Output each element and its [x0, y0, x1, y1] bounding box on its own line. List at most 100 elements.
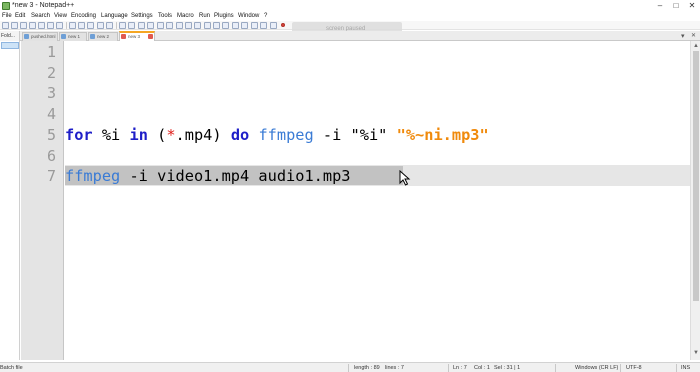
toolbar-separator [66, 22, 67, 29]
zoom-in-icon[interactable] [138, 22, 145, 29]
close-all-icon[interactable] [47, 22, 54, 29]
line-number: 7 [46, 167, 56, 185]
window-title: *new 3 - Notepad++ [12, 2, 75, 9]
minimize-button[interactable]: – [652, 0, 668, 12]
find-icon[interactable] [119, 22, 126, 29]
menu-encoding[interactable]: Encoding [71, 13, 96, 19]
scrollbar-thumb[interactable] [693, 51, 699, 301]
close-button[interactable]: ✕ [684, 0, 700, 12]
code-line-5[interactable]: for %i in (*.mp4) do ffmpeg -i "%i" "%~n… [65, 126, 489, 144]
file-icon [90, 34, 95, 39]
vertical-scrollbar[interactable]: ▲ ▼ [690, 41, 700, 360]
file-pattern: .mp4) [175, 126, 231, 144]
print-icon[interactable] [56, 22, 63, 29]
line-number: 6 [46, 147, 56, 165]
cut-icon[interactable] [69, 22, 76, 29]
input-argument: "%i" [350, 126, 388, 144]
status-eol[interactable]: Windows (CR LF) [575, 365, 618, 371]
menu-view[interactable]: View [54, 13, 67, 19]
menu-macro[interactable]: Macro [177, 13, 194, 19]
function-list-icon[interactable] [222, 22, 229, 29]
tab-new-1[interactable]: new 1 [59, 32, 87, 41]
word-wrap-icon[interactable] [176, 22, 183, 29]
line-number-gutter: 1 2 3 4 5 6 7 [21, 41, 64, 360]
save-all-icon[interactable] [29, 22, 36, 29]
wildcard-operator: * [166, 126, 176, 144]
output-argument: "%~ni.mp3" [396, 126, 489, 144]
status-file-type: Batch file [0, 365, 23, 371]
redo-icon[interactable] [106, 22, 113, 29]
zoom-out-icon[interactable] [147, 22, 154, 29]
user-language-icon[interactable] [204, 22, 211, 29]
tab-label: new 3 [128, 34, 141, 39]
settings-gear-icon[interactable] [270, 22, 277, 29]
status-separator [448, 364, 449, 372]
undo-icon[interactable] [97, 22, 104, 29]
tab-label: new 1 [68, 34, 81, 39]
unsaved-file-icon [121, 34, 126, 39]
keyword-for: for [65, 126, 93, 144]
menu-language[interactable]: Language [101, 13, 128, 19]
tab-close-icon[interactable] [148, 34, 153, 39]
menu-bar: File Edit Search View Encoding Language … [0, 12, 700, 21]
menu-help[interactable]: ? [264, 13, 267, 19]
replace-icon[interactable] [128, 22, 135, 29]
save-icon[interactable] [20, 22, 27, 29]
menu-search[interactable]: Search [31, 13, 50, 19]
tab-new-3[interactable]: new 3 [119, 31, 155, 41]
scroll-down-arrow-icon[interactable]: ▼ [692, 349, 700, 357]
close-file-icon[interactable] [38, 22, 45, 29]
sync-horizontal-icon[interactable] [166, 22, 173, 29]
close-tab-icon[interactable]: ✕ [691, 32, 696, 39]
show-all-characters-icon[interactable] [185, 22, 192, 29]
paren-open: ( [147, 126, 167, 144]
tab-new-2[interactable]: new 2 [88, 32, 118, 41]
title-bar: *new 3 - Notepad++ – □ ✕ [0, 0, 700, 12]
tab-pushed-html[interactable]: pushed.html [22, 32, 58, 41]
mouse-cursor-icon [399, 170, 411, 186]
menu-window[interactable]: Window [238, 13, 259, 19]
keyword-do: do [230, 126, 250, 144]
folder-workspace-icon[interactable] [232, 22, 239, 29]
flag-input: -i [313, 126, 351, 144]
status-column: Col : 1 [474, 365, 490, 371]
status-separator [555, 364, 556, 372]
code-line-7[interactable]: ffmpeg -i video1.mp4 audio1.mp3 [65, 167, 351, 185]
status-bar: Batch file length : 89 lines : 7 Ln : 7 … [0, 362, 700, 372]
sync-vertical-icon[interactable] [157, 22, 164, 29]
file-icon [24, 34, 29, 39]
menu-tools[interactable]: Tools [158, 13, 172, 19]
toolbar-separator [116, 22, 117, 29]
paste-icon[interactable] [87, 22, 94, 29]
open-file-icon[interactable] [11, 22, 18, 29]
record-macro-icon[interactable] [281, 23, 285, 27]
menu-run[interactable]: Run [199, 13, 210, 19]
status-selection: Sel : 31 | 1 [494, 365, 521, 371]
menu-plugins[interactable]: Plugins [214, 13, 234, 19]
folder-as-workspace-panel [0, 41, 20, 360]
menu-edit[interactable]: Edit [15, 13, 25, 19]
line-number: 2 [46, 64, 56, 82]
status-insert-mode: INS [681, 365, 691, 371]
scroll-up-arrow-icon[interactable]: ▲ [692, 42, 700, 50]
new-file-icon[interactable] [2, 22, 9, 29]
tab-label: pushed.html [31, 34, 56, 39]
copy-icon[interactable] [78, 22, 85, 29]
monitoring-icon[interactable] [241, 22, 248, 29]
status-separator [676, 364, 677, 372]
indent-guide-icon[interactable] [194, 22, 201, 29]
tab-list-dropdown-icon[interactable]: ▾ [681, 32, 685, 40]
maximize-button[interactable]: □ [668, 0, 684, 12]
status-line-number: Ln : 7 [453, 365, 467, 371]
code-area[interactable]: for %i in (*.mp4) do ffmpeg -i "%i" "%~n… [65, 41, 690, 360]
doc-map-icon[interactable] [213, 22, 220, 29]
clipboard-history-icon[interactable] [260, 22, 267, 29]
menu-file[interactable]: File [2, 13, 12, 19]
editor[interactable]: 1 2 3 4 5 6 7 for %i in (*.mp4) do ffmpe… [21, 41, 690, 360]
tab-label: new 2 [97, 34, 110, 39]
menu-settings[interactable]: Settings [131, 13, 153, 19]
project-panel-icon[interactable] [251, 22, 258, 29]
status-encoding[interactable]: UTF-8 [626, 365, 642, 371]
workspace-root-item[interactable] [1, 42, 19, 49]
command-arguments: -i video1.mp4 audio1.mp3 [120, 167, 351, 185]
